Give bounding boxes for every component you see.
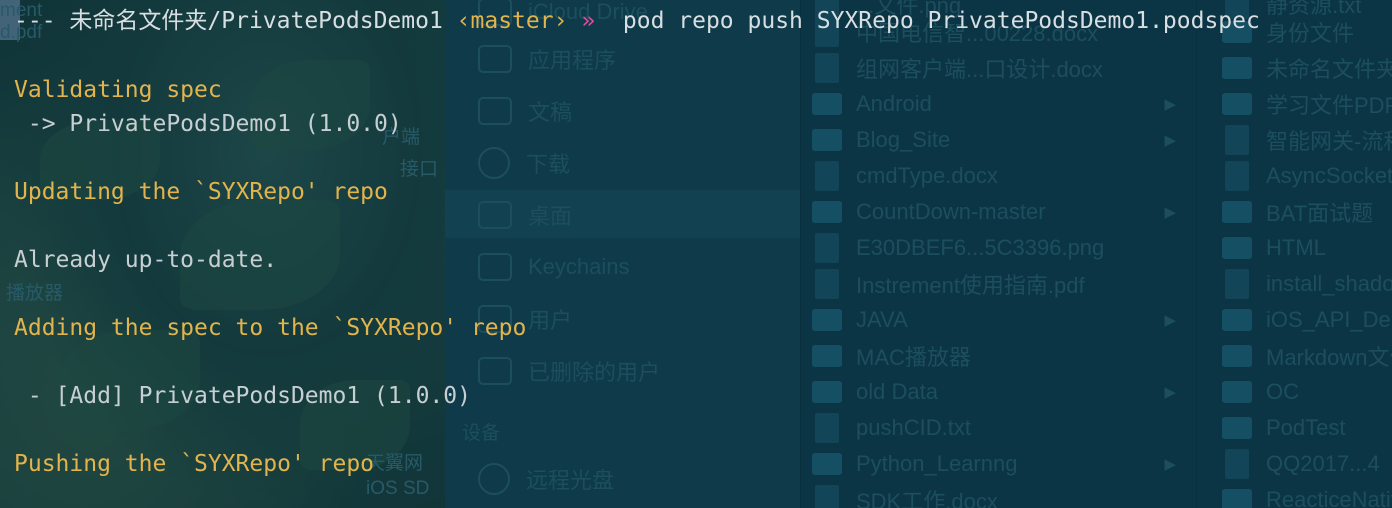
prompt-path: 未命名文件夹/PrivatePodsDemo1 [69, 8, 443, 34]
prompt-arrow-icon: » [581, 8, 596, 34]
output-line: Validating spec [14, 77, 222, 103]
output-line: Already up-to-date. [14, 247, 278, 273]
output-line: -> PrivatePodsDemo1 (1.0.0) [14, 111, 402, 137]
terminal-window[interactable]: --- 未命名文件夹/PrivatePodsDemo1 ‹master› » p… [0, 0, 1392, 508]
prompt-line: --- 未命名文件夹/PrivatePodsDemo1 ‹master› » p… [14, 7, 1260, 35]
output-line: - [Add] PrivatePodsDemo1 (1.0.0) [14, 383, 471, 409]
output-line: Adding the spec to the `SYXRepo' repo [14, 315, 527, 341]
output-line: Updating the `SYXRepo' repo [14, 179, 388, 205]
git-branch: ‹master› [456, 8, 568, 34]
command-text: pod repo push SYXRepo PrivatePodsDemo1.p… [622, 8, 1260, 34]
output-line: Pushing the `SYXRepo' repo [14, 451, 375, 477]
prompt-dashes: --- [14, 8, 56, 34]
